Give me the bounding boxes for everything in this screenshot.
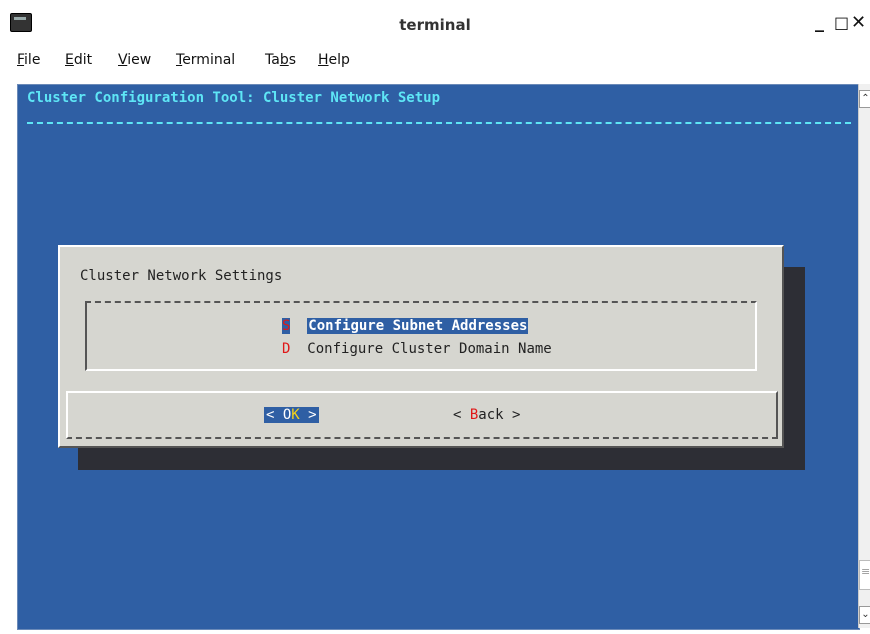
ok-button[interactable]: < OK > [264, 407, 319, 423]
menu-file[interactable]: File [17, 52, 40, 68]
minimize-button[interactable]: _ [815, 12, 824, 34]
scroll-grip-icon[interactable] [859, 560, 870, 590]
scroll-down-button[interactable]: ⌄ [859, 606, 870, 624]
scroll-up-button[interactable]: ⌃ [859, 90, 870, 108]
list-item-domain[interactable]: D Configure Cluster Domain Name [282, 341, 552, 357]
hotkey-s: S [282, 318, 291, 334]
menu-bar: File Edit View Terminal Tabs Help [0, 48, 870, 76]
menu-terminal[interactable]: Terminal [176, 52, 235, 68]
menu-tabs[interactable]: Tabs [265, 52, 296, 68]
dialog-title: Cluster Network Settings [80, 268, 283, 284]
header-divider [27, 122, 851, 124]
menu-view[interactable]: View [118, 52, 151, 68]
settings-listbox[interactable]: S Configure Subnet Addresses D Configure… [85, 301, 757, 371]
close-button[interactable]: ✕ [851, 12, 866, 34]
list-item-label: Configure Cluster Domain Name [307, 341, 552, 357]
dialog-button-bar: < OK > < Back > [66, 391, 778, 439]
menu-help[interactable]: Help [318, 52, 350, 68]
window-titlebar: terminal _ □ ✕ [0, 0, 870, 38]
list-item-subnet[interactable]: S Configure Subnet Addresses [282, 318, 529, 334]
terminal-scrollbar[interactable]: ⌃ ⌄ [858, 84, 870, 628]
maximize-button[interactable]: □ [834, 12, 849, 34]
menu-edit[interactable]: Edit [65, 52, 92, 68]
network-settings-dialog: Cluster Network Settings S Configure Sub… [58, 245, 784, 448]
back-button[interactable]: < Back > [453, 407, 520, 423]
hotkey-d: D [282, 341, 291, 357]
list-item-label: Configure Subnet Addresses [307, 318, 529, 334]
window-title: terminal [399, 16, 471, 34]
tool-header: Cluster Configuration Tool: Cluster Netw… [27, 90, 441, 106]
